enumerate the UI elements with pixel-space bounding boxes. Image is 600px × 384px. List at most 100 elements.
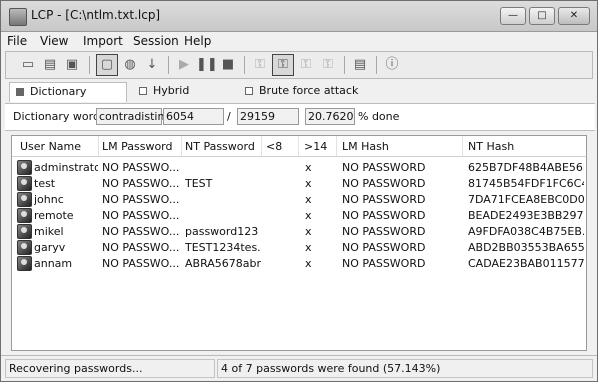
dictionary-word-field: contradisting xyxy=(96,108,171,125)
dictionary-slash: / xyxy=(227,110,231,123)
col-over-14[interactable]: >14 xyxy=(304,140,327,153)
dictionary-progress-row: Dictionary word: contradisting 6054 / 29… xyxy=(5,103,595,131)
save-icon[interactable]: ▣ xyxy=(62,55,82,75)
col-lm-hash[interactable]: LM Hash xyxy=(342,140,389,153)
user-icon xyxy=(17,208,32,223)
nt-hash-icon[interactable]: ⚿ xyxy=(318,55,338,75)
tab-label: Brute force attack xyxy=(259,84,359,97)
user-icon xyxy=(17,224,32,239)
checkbox-icon xyxy=(245,87,253,95)
app-window: LCP - [C:\ntlm.txt.lcp] — □ ✕ File View … xyxy=(0,0,598,382)
password-table[interactable]: User Name LM Password NT Password <8 >14… xyxy=(11,135,587,351)
cell-lm-password: NO PASSWO... xyxy=(102,161,180,174)
col-user-name[interactable]: User Name xyxy=(20,140,81,153)
minimize-button[interactable]: — xyxy=(500,7,526,25)
toolbar: ▭ ▤ ▣ ▢ ◍ ↓ ▶ ❚❚ ■ ⚿ ⚿ ⚿ ⚿ ▤ ⓘ xyxy=(5,51,593,79)
close-button[interactable]: ✕ xyxy=(558,7,590,25)
table-row[interactable]: adminstrator NO PASSWO... x NO PASSWORD … xyxy=(12,160,586,176)
menu-view[interactable]: View xyxy=(40,34,68,48)
toolbar-separator xyxy=(344,56,345,74)
cell-nt-hash: CADAE23BAB011577... xyxy=(468,257,584,270)
cell-lm-hash: NO PASSWORD xyxy=(342,161,426,174)
attack-mode-tabs: Dictionary attack Hybrid attack Brute fo… xyxy=(9,82,589,116)
dictionary-total-field: 29159 xyxy=(237,108,299,125)
table-row[interactable]: remote NO PASSWO... x NO PASSWORD BEADE2… xyxy=(12,208,586,224)
table-row[interactable]: johnc NO PASSWO... x NO PASSWORD 7DA71FC… xyxy=(12,192,586,208)
col-lm-password[interactable]: LM Password xyxy=(102,140,173,153)
tab-hybrid-attack[interactable]: Hybrid attack xyxy=(133,82,233,115)
cell-over-14: x xyxy=(305,257,312,270)
cell-user-name: johnc xyxy=(34,193,64,206)
status-left: Recovering passwords... xyxy=(5,359,215,378)
menu-import[interactable]: Import xyxy=(83,34,123,48)
cell-user-name: annam xyxy=(34,257,73,270)
table-row[interactable]: garyv NO PASSWO... TEST1234tes... x NO P… xyxy=(12,240,586,256)
menu-help[interactable]: Help xyxy=(184,34,211,48)
info-icon[interactable]: ⓘ xyxy=(382,55,402,75)
open-icon[interactable]: ▤ xyxy=(40,55,60,75)
menu-session[interactable]: Session xyxy=(133,34,179,48)
status-right: 4 of 7 passwords were found (57.143%) xyxy=(217,359,593,378)
dictionary-icon[interactable]: ▢ xyxy=(96,54,118,76)
cell-lm-password: NO PASSWO... xyxy=(102,225,180,238)
cell-over-14: x xyxy=(305,161,312,174)
lm-key-icon[interactable]: ⚿ xyxy=(250,55,270,75)
cell-user-name: mikel xyxy=(34,225,64,238)
menu-bar: File View Import Session Help xyxy=(1,32,597,50)
window-title: LCP - [C:\ntlm.txt.lcp] xyxy=(31,8,161,22)
cell-lm-password: NO PASSWO... xyxy=(102,209,180,222)
table-row[interactable]: test NO PASSWO... TEST x NO PASSWORD 817… xyxy=(12,176,586,192)
cell-nt-hash: 81745B54FDF1FC6C4... xyxy=(468,177,584,190)
cell-lm-password: NO PASSWO... xyxy=(102,241,180,254)
app-logo-icon xyxy=(9,8,27,26)
title-bar: LCP - [C:\ntlm.txt.lcp] — □ ✕ xyxy=(1,1,597,32)
user-icon xyxy=(17,160,32,175)
user-icon xyxy=(17,256,32,271)
cell-nt-hash: BEADE2493E3BB297... xyxy=(468,209,584,222)
cell-over-14: x xyxy=(305,193,312,206)
column-divider xyxy=(261,136,262,156)
cell-user-name: garyv xyxy=(34,241,66,254)
table-header: User Name LM Password NT Password <8 >14… xyxy=(12,136,586,157)
import-icon[interactable]: ▭ xyxy=(18,55,38,75)
table-row[interactable]: mikel NO PASSWO... password123 x NO PASS… xyxy=(12,224,586,240)
cell-nt-password: TEST1234tes... xyxy=(185,241,261,254)
pause-icon[interactable]: ❚❚ xyxy=(196,55,218,75)
dictionary-percent-field: 20.7620 xyxy=(305,108,355,125)
cell-user-name: test xyxy=(34,177,56,190)
cell-nt-hash: 7DA71FCEA8EBC0D0... xyxy=(468,193,584,206)
cell-user-name: remote xyxy=(34,209,74,222)
stop-icon[interactable]: ■ xyxy=(218,55,238,75)
lm-hash-icon[interactable]: ⚿ xyxy=(296,55,316,75)
report-icon[interactable]: ▤ xyxy=(350,55,370,75)
col-under-8[interactable]: <8 xyxy=(266,140,282,153)
cell-lm-hash: NO PASSWORD xyxy=(342,225,426,238)
nt-key-icon[interactable]: ⚿ xyxy=(272,54,294,76)
checkbox-icon xyxy=(139,87,147,95)
cell-over-14: x xyxy=(305,225,312,238)
toolbar-separator xyxy=(168,56,169,74)
menu-file[interactable]: File xyxy=(7,34,27,48)
maximize-button[interactable]: □ xyxy=(529,7,555,25)
col-nt-password[interactable]: NT Password xyxy=(185,140,255,153)
tab-brute-force-attack[interactable]: Brute force attack xyxy=(239,82,369,102)
web-icon[interactable]: ◍ xyxy=(120,55,140,75)
toolbar-separator xyxy=(89,56,90,74)
column-divider xyxy=(181,136,182,156)
cell-user-name: adminstrator xyxy=(34,161,98,174)
table-row[interactable]: annam NO PASSWO... ABRA5678abra x NO PAS… xyxy=(12,256,586,272)
cell-over-14: x xyxy=(305,177,312,190)
cell-over-14: x xyxy=(305,241,312,254)
cell-nt-password: TEST xyxy=(185,177,213,190)
user-icon xyxy=(17,240,32,255)
checkbox-icon xyxy=(16,88,24,96)
play-icon[interactable]: ▶ xyxy=(174,55,194,75)
cell-nt-hash: A9FDFA038C4B75EB... xyxy=(468,225,584,238)
download-icon[interactable]: ↓ xyxy=(142,55,162,75)
tab-dictionary-attack[interactable]: Dictionary attack xyxy=(9,82,127,116)
cell-lm-hash: NO PASSWORD xyxy=(342,241,426,254)
cell-nt-hash: ABD2BB03553BA6553... xyxy=(468,241,584,254)
toolbar-separator xyxy=(376,56,377,74)
col-nt-hash[interactable]: NT Hash xyxy=(468,140,514,153)
cell-nt-password: password123 xyxy=(185,225,259,238)
